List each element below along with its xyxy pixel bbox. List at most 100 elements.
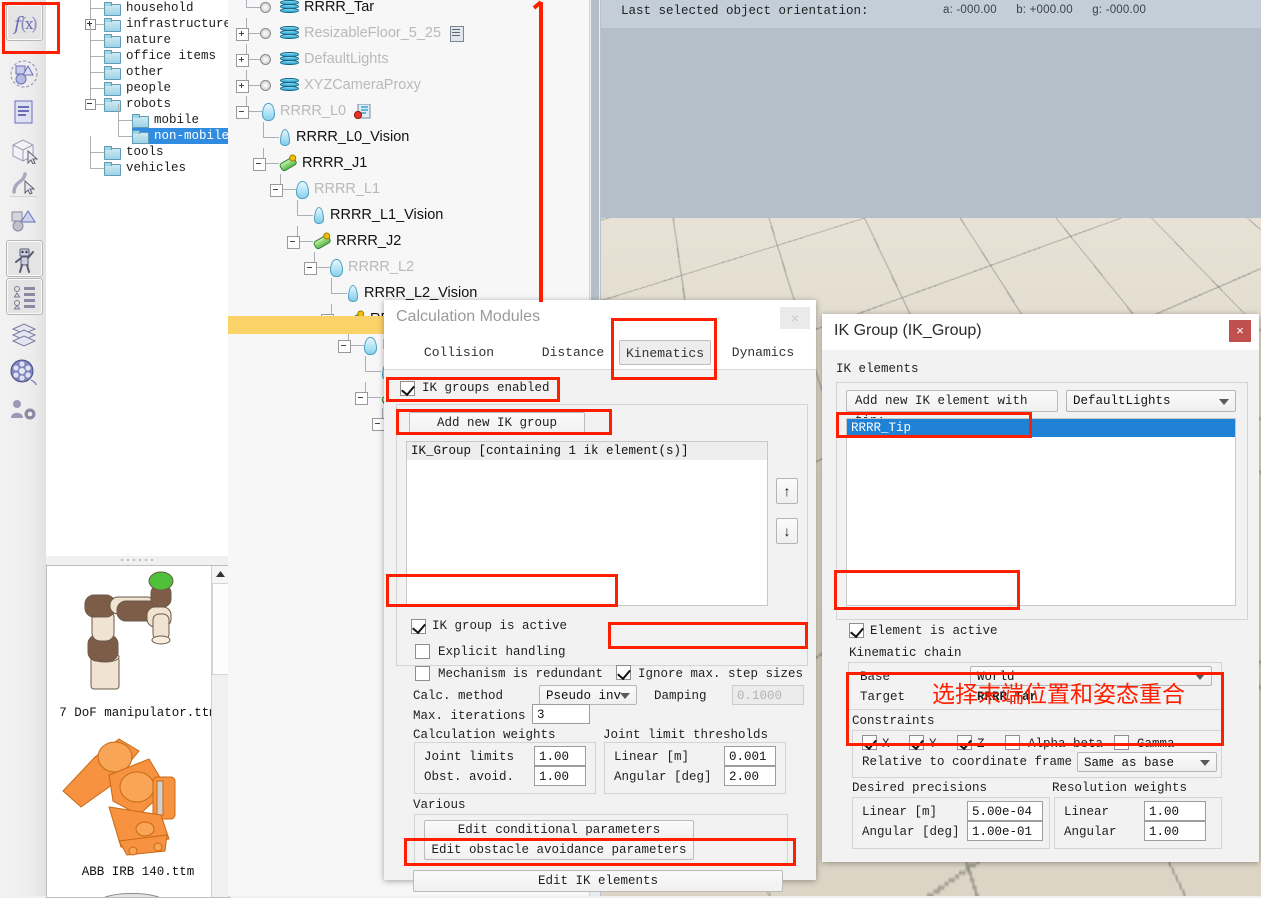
category-tree-item[interactable]: tools xyxy=(104,144,168,160)
explicit-handling-checkbox[interactable] xyxy=(415,644,430,659)
script-document-icon[interactable] xyxy=(449,26,464,41)
move-group-down-button[interactable]: ↓ xyxy=(776,518,798,544)
resolution-linear-field[interactable]: 1.00 xyxy=(1144,801,1206,821)
model-category-tree[interactable]: household infrastructure nature office item… xyxy=(46,0,229,559)
expand-icon[interactable] xyxy=(236,28,249,41)
panel-splitter[interactable] xyxy=(46,556,228,564)
hierarchy-item[interactable]: RRRR_J2 xyxy=(311,228,401,254)
tab-kinematics[interactable]: Kinematics xyxy=(619,340,711,365)
category-tree-item[interactable]: office items xyxy=(104,48,220,64)
fx-script-icon[interactable]: f(x) xyxy=(6,4,43,41)
category-tree-item[interactable]: infrastructure xyxy=(104,16,229,32)
shapes-group-icon[interactable] xyxy=(6,56,41,91)
user-settings-icon[interactable] xyxy=(6,392,41,427)
hierarchy-item[interactable]: RRRR_L1_Vision xyxy=(311,202,443,228)
element-active-checkbox[interactable] xyxy=(849,623,864,638)
collapse-icon[interactable] xyxy=(338,340,351,353)
collapse-icon[interactable] xyxy=(355,392,368,405)
category-tree-item[interactable]: nature xyxy=(104,32,175,48)
threshold-linear-field[interactable]: 0.001 xyxy=(724,746,776,766)
edit-conditional-parameters-button[interactable]: Edit conditional parameters xyxy=(424,820,694,840)
constraint-z-checkbox[interactable] xyxy=(957,735,972,750)
base-combo[interactable]: World xyxy=(970,666,1212,686)
layers-icon[interactable] xyxy=(6,316,41,351)
category-tree-item[interactable]: household xyxy=(104,0,198,16)
threshold-angular-field[interactable]: 2.00 xyxy=(724,766,776,786)
category-tree-item[interactable]: vehicles xyxy=(104,160,190,176)
visibility-dot-icon[interactable] xyxy=(260,54,271,65)
tip-selection-combo[interactable]: DefaultLights xyxy=(1066,390,1236,412)
model-thumbnail-browser[interactable]: 7 DoF manipulator.ttm ABB IRB 140.ttm xyxy=(46,565,230,898)
relative-frame-combo[interactable]: Same as base xyxy=(1077,752,1217,772)
collapse-icon[interactable] xyxy=(270,184,283,197)
hierarchy-item[interactable]: RRRR_L0_Vision xyxy=(277,124,409,150)
calc-close-button[interactable]: × xyxy=(780,307,810,329)
ik-group-active-checkbox[interactable] xyxy=(411,619,426,634)
robot-model-icon[interactable] xyxy=(6,240,43,277)
constraint-x-checkbox[interactable] xyxy=(862,735,877,750)
ik-close-button[interactable]: × xyxy=(1229,320,1251,342)
collapse-icon[interactable] xyxy=(236,106,249,119)
obst-avoid-field[interactable]: 1.00 xyxy=(534,766,586,786)
ik-groups-enabled-checkbox[interactable] xyxy=(400,381,415,396)
child-script-icon[interactable] xyxy=(354,104,371,119)
ik-group-list-item[interactable]: IK_Group [containing 1 ik element(s)] xyxy=(407,442,767,460)
expand-icon[interactable] xyxy=(236,80,249,93)
hierarchy-item[interactable]: XYZCameraProxy xyxy=(260,72,421,98)
film-reel-icon[interactable] xyxy=(6,354,41,389)
max-iterations-field[interactable]: 3 xyxy=(532,704,590,724)
constraint-y-checkbox[interactable] xyxy=(909,735,924,750)
ik-group-dialog[interactable]: IK Group (IK_Group) × IK elements Add ne… xyxy=(822,314,1259,862)
resolution-angular-field[interactable]: 1.00 xyxy=(1144,821,1206,841)
hierarchy-item[interactable]: RRRR_L0 xyxy=(260,98,371,124)
calculation-modules-dialog[interactable]: Calculation Modules × Collision Distance… xyxy=(384,300,816,880)
move-group-up-button[interactable]: ↑ xyxy=(776,478,798,504)
edit-obstacle-parameters-button[interactable]: Edit obstacle avoidance parameters xyxy=(424,840,694,860)
expand-icon[interactable] xyxy=(236,54,249,67)
thumbnail-abb-irb-140[interactable] xyxy=(57,729,207,861)
primitive-shapes-icon[interactable] xyxy=(6,203,41,238)
calc-method-combo[interactable]: Pseudo inv xyxy=(539,685,637,705)
add-new-ik-element-button[interactable]: Add new IK element with tip: xyxy=(846,390,1058,412)
category-tree-item[interactable]: people xyxy=(104,80,175,96)
precision-linear-field[interactable]: 5.00e-04 xyxy=(967,801,1043,821)
calc-dialog-titlebar[interactable]: Calculation Modules × xyxy=(384,300,816,336)
hierarchy-item[interactable]: RRRR_L1 xyxy=(294,176,380,202)
document-properties-icon[interactable] xyxy=(6,94,41,129)
collapse-icon[interactable] xyxy=(253,158,266,171)
joint-limits-field[interactable]: 1.00 xyxy=(534,746,586,766)
hierarchy-item[interactable]: RRRR_Tar xyxy=(260,0,374,20)
category-tree-item[interactable]: other xyxy=(104,64,168,80)
ik-element-list[interactable]: RRRR_Tip xyxy=(846,418,1236,606)
ik-group-list[interactable]: IK_Group [containing 1 ik element(s)] xyxy=(406,441,768,606)
collapse-icon[interactable] xyxy=(287,236,300,249)
object-select-icon[interactable] xyxy=(6,132,41,167)
constraint-alpha-beta-checkbox[interactable] xyxy=(1005,735,1020,750)
damping-field[interactable]: 0.1000 xyxy=(732,685,804,705)
ik-dialog-titlebar[interactable]: IK Group (IK_Group) × xyxy=(822,314,1259,350)
hierarchy-item[interactable]: RRRR_L2 xyxy=(328,254,414,280)
edit-ik-elements-button[interactable]: Edit IK elements xyxy=(413,870,783,892)
constraint-gamma-checkbox[interactable] xyxy=(1114,735,1129,750)
add-new-ik-group-button[interactable]: Add new IK group xyxy=(409,412,585,435)
hierarchy-item[interactable]: ResizableFloor_5_25 xyxy=(260,20,464,46)
ik-element-list-item[interactable]: RRRR_Tip xyxy=(847,419,1235,437)
mechanism-redundant-checkbox[interactable] xyxy=(415,666,430,681)
scroll-up-arrow[interactable] xyxy=(212,566,229,584)
precision-angular-field[interactable]: 1.00e-01 xyxy=(967,821,1043,841)
visibility-dot-icon[interactable] xyxy=(260,28,271,39)
model-browser-scrollbar[interactable] xyxy=(211,566,229,897)
scroll-thumb[interactable] xyxy=(212,583,229,675)
scene-object-list-icon[interactable] xyxy=(6,278,43,315)
collapse-icon[interactable] xyxy=(85,99,96,110)
tab-distance[interactable]: Distance xyxy=(519,340,627,365)
ignore-max-step-checkbox[interactable] xyxy=(616,665,631,680)
visibility-dot-icon[interactable] xyxy=(260,2,271,13)
visibility-dot-icon[interactable] xyxy=(260,80,271,91)
category-tree-item[interactable]: mobile xyxy=(132,112,203,128)
category-tree-item[interactable]: non-mobile xyxy=(132,128,228,144)
category-tree-item[interactable]: robots xyxy=(104,96,175,112)
tab-dynamics[interactable]: Dynamics xyxy=(714,340,812,365)
hierarchy-scroll-thumb[interactable] xyxy=(591,0,599,300)
hierarchy-item[interactable]: DefaultLights xyxy=(260,46,389,72)
